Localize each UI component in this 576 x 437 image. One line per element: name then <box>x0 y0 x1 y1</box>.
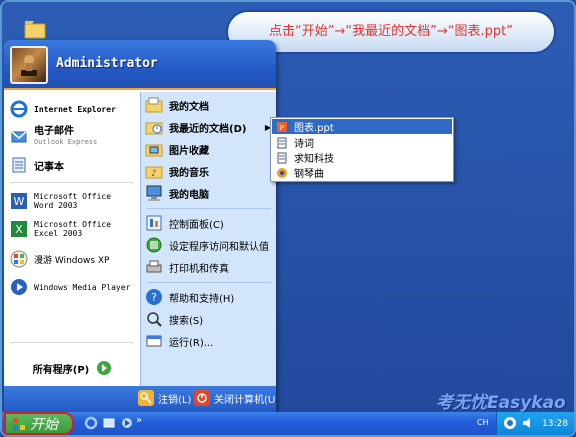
volume-icon[interactable] <box>521 416 535 430</box>
my-documents-icon <box>145 96 163 114</box>
submenu-item-chart-ppt[interactable]: P 图表.ppt <box>272 119 452 134</box>
menu-item-internet-explorer[interactable]: Internet Explorer <box>10 98 138 120</box>
program-access-icon <box>145 236 163 254</box>
menu-item-search[interactable]: 搜索(S) <box>145 308 275 330</box>
shutdown-button[interactable]: 关闭计算机(U) <box>194 390 276 406</box>
recent-documents-submenu: P 图表.ppt 诗词 求知科技 钢琴曲 <box>270 117 454 182</box>
clock: 13:28 <box>542 418 568 429</box>
network-icon[interactable] <box>503 416 517 430</box>
my-computer-icon <box>145 184 163 202</box>
pinned-programs-column: Internet Explorer 电子邮件 Outlook Express 记事… <box>4 92 140 386</box>
media-player-icon <box>10 278 28 296</box>
notepad-icon <box>10 156 28 174</box>
svg-text:P: P <box>280 124 284 132</box>
svg-text:?: ? <box>151 291 157 304</box>
places-column: 我的文档 我最近的文档(D) ▶ 图片收藏 ♪ 我的音乐 我的电脑 控制面板(C… <box>140 92 276 386</box>
menu-item-help-support[interactable]: ? 帮助和支持(H) <box>145 286 275 308</box>
recent-documents-icon <box>145 118 163 136</box>
svg-text:♪: ♪ <box>151 169 157 179</box>
menu-item-my-documents[interactable]: 我的文档 <box>145 94 275 116</box>
menu-item-excel-2003[interactable]: X Microsoft Office Excel 2003 <box>10 216 138 242</box>
menu-item-word-2003[interactable]: W Microsoft Office Word 2003 <box>10 188 138 214</box>
user-avatar[interactable] <box>10 46 48 84</box>
excel-icon: X <box>10 220 28 238</box>
outlook-express-icon <box>10 128 28 146</box>
submenu-item-qiuzhi-tech[interactable]: 求知科技 <box>272 150 452 165</box>
internet-explorer-icon <box>10 100 28 118</box>
menu-item-my-pictures[interactable]: 图片收藏 <box>145 138 275 160</box>
user-name: Administrator <box>56 56 158 71</box>
screen-frame: 点击“开始”→“我最近的文档”→“图表.ppt” 考无忧Easykao Admi… <box>0 0 576 437</box>
green-arrow-icon <box>97 361 112 375</box>
language-indicator[interactable]: CH <box>477 418 489 427</box>
all-programs-button[interactable]: 所有程序(P) <box>4 350 140 386</box>
search-icon <box>145 310 163 328</box>
power-icon <box>194 390 210 406</box>
menu-item-my-computer[interactable]: 我的电脑 <box>145 182 275 204</box>
my-music-icon: ♪ <box>145 162 163 180</box>
start-menu-footer: 注销(L) 关闭计算机(U) <box>4 386 276 412</box>
system-tray: CH 13:28 <box>477 412 574 435</box>
menu-item-email[interactable]: 电子邮件 Outlook Express <box>10 124 138 150</box>
separator <box>10 342 134 343</box>
menu-item-program-access[interactable]: 设定程序访问和默认值 <box>145 234 275 256</box>
start-button[interactable]: 开始 <box>4 412 74 435</box>
chess-avatar-icon <box>21 55 37 76</box>
quicklaunch-more[interactable]: » <box>136 415 142 426</box>
menu-item-notepad[interactable]: 记事本 <box>10 154 138 176</box>
separator <box>147 208 271 209</box>
control-panel-icon <box>145 214 163 232</box>
submenu-item-poems[interactable]: 诗词 <box>272 135 452 150</box>
run-icon <box>145 332 163 350</box>
windows-logo-icon <box>13 417 25 430</box>
taskbar: 开始 » CH 13:28 <box>2 412 574 435</box>
menu-item-media-player[interactable]: Windows Media Player <box>10 276 138 298</box>
text-file-icon <box>276 137 288 149</box>
watermark: 考无忧Easykao <box>436 393 566 413</box>
start-menu-header: Administrator <box>4 40 276 90</box>
menu-item-printers-faxes[interactable]: 打印机和传真 <box>145 256 275 278</box>
menu-item-recent-documents[interactable]: 我最近的文档(D) ▶ <box>145 116 275 138</box>
menu-item-my-music[interactable]: ♪ 我的音乐 <box>145 160 275 182</box>
menu-item-control-panel[interactable]: 控制面板(C) <box>145 212 275 234</box>
desktop-folder-icon[interactable] <box>24 18 46 40</box>
quicklaunch-ie-icon[interactable] <box>84 416 98 430</box>
word-icon: W <box>10 192 28 210</box>
svg-text:X: X <box>15 223 23 236</box>
logoff-button[interactable]: 注销(L) <box>138 390 191 406</box>
svg-text:W: W <box>14 195 25 208</box>
menu-item-tour-windows-xp[interactable]: 漫游 Windows XP <box>10 248 138 270</box>
separator <box>147 282 271 283</box>
help-icon: ? <box>145 288 163 306</box>
text-file-icon <box>276 152 288 164</box>
tour-xp-icon <box>10 250 28 268</box>
separator <box>10 182 134 183</box>
submenu-item-piano-music[interactable]: 钢琴曲 <box>272 165 452 180</box>
audio-file-icon <box>276 167 288 179</box>
my-pictures-icon <box>145 140 163 158</box>
quicklaunch-media-icon[interactable] <box>120 416 134 430</box>
powerpoint-file-icon: P <box>276 121 288 133</box>
key-icon <box>138 390 154 406</box>
menu-item-run[interactable]: 运行(R)... <box>145 330 275 352</box>
quicklaunch-desktop-icon[interactable] <box>102 416 116 430</box>
printers-icon <box>145 258 163 276</box>
start-menu: Administrator Internet Explorer 电子邮件 Outl… <box>4 40 276 412</box>
